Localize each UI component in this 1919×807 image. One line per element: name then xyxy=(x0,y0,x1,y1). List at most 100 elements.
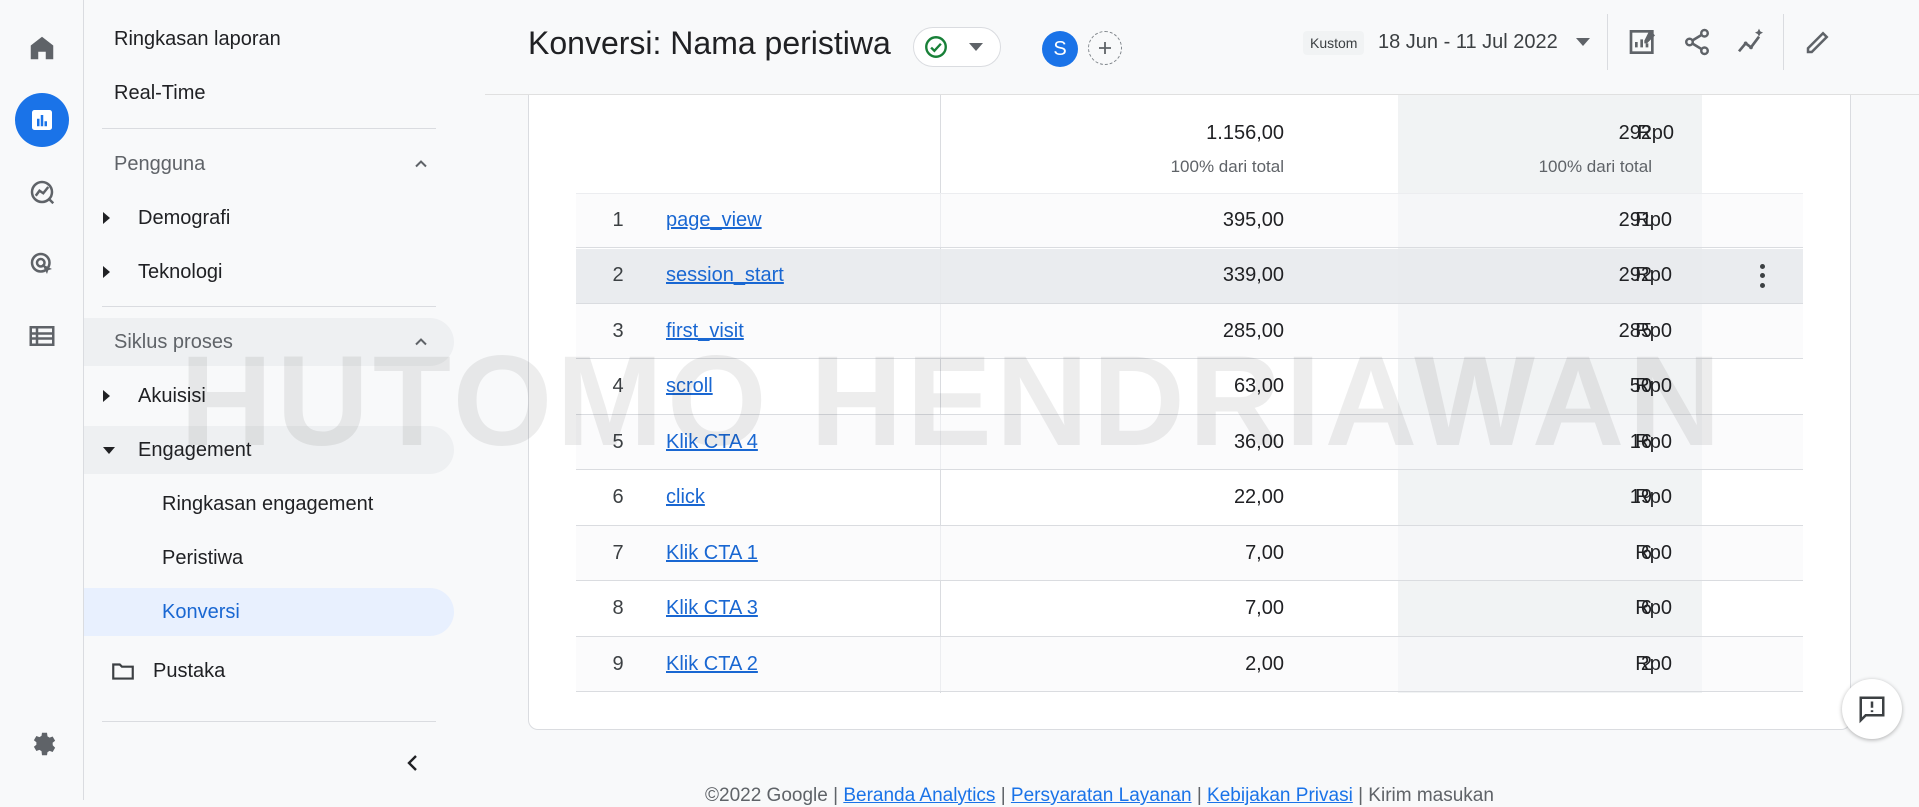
conversions-cell: 395,00 xyxy=(1222,208,1284,231)
status-chip[interactable] xyxy=(913,27,1001,67)
table-row[interactable]: 4 scroll 63,00 50 Rp0 xyxy=(576,360,1803,415)
plus-icon xyxy=(1099,42,1111,54)
collapse-nav-button[interactable] xyxy=(398,748,428,778)
nav-section-lifecycle[interactable]: Siklus proses xyxy=(84,318,454,366)
revenue-cell: Rp0 xyxy=(1635,264,1672,286)
section-label: Siklus proses xyxy=(114,330,233,353)
table-row[interactable]: 7 Klik CTA 1 7,00 6 Rp0 xyxy=(576,526,1803,581)
footer-link-privacy[interactable]: Kebijakan Privasi xyxy=(1207,785,1353,806)
footer-separator: | xyxy=(827,785,844,806)
event-name-link[interactable]: Klik CTA 2 xyxy=(666,637,758,691)
nav-item-events[interactable]: Peristiwa xyxy=(84,534,454,582)
conversions-cell: 2,00 xyxy=(1245,652,1284,675)
revenue-cell: Rp0 xyxy=(1635,486,1672,508)
avatar[interactable]: S xyxy=(1042,31,1078,67)
caret-right-icon xyxy=(103,212,110,224)
table-row[interactable]: 6 click 22,00 19 Rp0 xyxy=(576,471,1803,526)
settings-icon[interactable] xyxy=(15,717,69,771)
footer-link-terms[interactable]: Persyaratan Layanan xyxy=(1011,785,1192,806)
date-preset-chip[interactable]: Kustom xyxy=(1303,31,1365,55)
revenue-cell: Rp0 xyxy=(1635,208,1672,231)
home-icon[interactable] xyxy=(15,21,69,75)
event-name-link[interactable]: Klik CTA 1 xyxy=(666,526,758,580)
revenue-cell: Rp0 xyxy=(1635,430,1672,453)
date-range-picker[interactable]: 18 Jun - 11 Jul 2022 xyxy=(1378,31,1558,54)
add-comparison-button[interactable] xyxy=(1088,31,1122,65)
nav-item-library[interactable]: Pustaka xyxy=(84,647,454,695)
nav-label: Peristiwa xyxy=(162,546,244,569)
table-row[interactable]: 1 page_view 395,00 291 Rp0 xyxy=(576,193,1803,248)
report-header: Konversi: Nama peristiwa S Kustom 18 Jun… xyxy=(455,0,1919,94)
caret-right-icon xyxy=(103,266,110,278)
nav-section-users[interactable]: Pengguna xyxy=(84,140,454,188)
event-name-link[interactable]: scroll xyxy=(666,360,713,414)
revenue-cell: Rp0 xyxy=(1635,597,1672,619)
header-separator xyxy=(1783,14,1784,70)
footer-send-feedback[interactable]: Kirim masukan xyxy=(1368,785,1494,806)
revenue-cell: Rp0 xyxy=(1635,652,1672,675)
nav-item-demographics[interactable]: Demografi xyxy=(84,194,454,242)
chevron-up-icon xyxy=(415,338,427,346)
reports-icon[interactable] xyxy=(15,93,69,147)
total-percent: 100% dari total xyxy=(1170,157,1284,176)
row-index: 7 xyxy=(612,541,624,564)
configure-icon[interactable] xyxy=(15,309,69,363)
event-name-link[interactable]: Klik CTA 4 xyxy=(666,415,758,469)
nav-item-acquisition[interactable]: Akuisisi xyxy=(84,372,454,420)
nav-item-conversions[interactable]: Konversi xyxy=(84,588,454,636)
conversions-cell: 63,00 xyxy=(1233,375,1284,397)
nav-item-engagement[interactable]: Engagement xyxy=(84,426,454,474)
more-vert-icon[interactable] xyxy=(1759,263,1765,288)
revenue-cell: Rp0 xyxy=(1635,541,1672,564)
event-name-link[interactable]: first_visit xyxy=(666,304,744,358)
row-index: 6 xyxy=(612,486,624,508)
page-title: Konversi: Nama peristiwa xyxy=(528,25,891,61)
caret-down-icon[interactable] xyxy=(1576,38,1590,46)
table-row[interactable]: 2 session_start 339,00 292 Rp0 xyxy=(576,248,1803,304)
table-row[interactable]: 9 Klik CTA 2 2,00 2 Rp0 xyxy=(576,637,1803,692)
footer-link-analytics-home[interactable]: Beranda Analytics xyxy=(843,785,995,806)
nav-label: Demografi xyxy=(138,206,231,229)
nav-item-engagement-overview[interactable]: Ringkasan engagement xyxy=(84,480,454,528)
row-index: 3 xyxy=(612,319,624,342)
totals-row: 1.156,00 100% dari total 292 100% dari t… xyxy=(576,95,1803,194)
nav-label: Pustaka xyxy=(153,659,226,682)
side-nav: Ringkasan laporan Real-Time Pengguna Dem… xyxy=(84,0,454,800)
nav-label: Engagement xyxy=(138,438,252,461)
conversions-cell: 22,00 xyxy=(1233,486,1284,508)
insights-icon[interactable] xyxy=(1733,24,1769,60)
total-value: 1.156,00 xyxy=(1206,122,1284,144)
footer-separator: | xyxy=(1191,785,1208,806)
table-row[interactable]: 5 Klik CTA 4 36,00 16 Rp0 xyxy=(576,415,1803,470)
total-conversions: 1.156,00 100% dari total xyxy=(940,95,1284,193)
event-name-link[interactable]: session_start xyxy=(666,249,784,303)
conversions-cell: 339,00 xyxy=(1222,264,1284,286)
footer-separator: | xyxy=(1352,785,1369,806)
nav-divider xyxy=(102,721,436,722)
event-name-link[interactable]: click xyxy=(666,471,705,525)
event-name-link[interactable]: Klik CTA 3 xyxy=(666,582,758,636)
event-name-link[interactable]: page_view xyxy=(666,193,762,247)
nav-item-tech[interactable]: Teknologi xyxy=(84,248,454,296)
total-revenue: Rp0 xyxy=(1398,95,1674,193)
nav-label: Teknologi xyxy=(138,260,223,283)
advertising-icon[interactable] xyxy=(15,237,69,291)
nav-divider xyxy=(102,128,436,129)
nav-item-realtime[interactable]: Real-Time xyxy=(84,69,454,117)
feedback-button[interactable] xyxy=(1842,679,1902,739)
nav-divider xyxy=(102,306,436,307)
explore-icon[interactable] xyxy=(15,165,69,219)
row-index: 2 xyxy=(612,264,624,286)
table-row[interactable]: 8 Klik CTA 3 7,00 6 Rp0 xyxy=(576,582,1803,637)
customize-report-icon[interactable] xyxy=(1625,24,1661,60)
edit-pencil-icon[interactable] xyxy=(1800,24,1836,60)
share-icon[interactable] xyxy=(1679,24,1715,60)
table-row[interactable]: 3 first_visit 285,00 285 Rp0 xyxy=(576,304,1803,359)
nav-label: Ringkasan engagement xyxy=(162,492,374,515)
nav-item-report-snapshot[interactable]: Ringkasan laporan xyxy=(84,15,454,63)
row-index: 5 xyxy=(612,430,624,453)
nav-label: Ringkasan laporan xyxy=(114,27,281,50)
footer: ©2022 Google | Beranda Analytics | Persy… xyxy=(705,785,1494,807)
revenue-cell: Rp0 xyxy=(1635,375,1672,397)
conversions-cell: 7,00 xyxy=(1245,541,1284,564)
